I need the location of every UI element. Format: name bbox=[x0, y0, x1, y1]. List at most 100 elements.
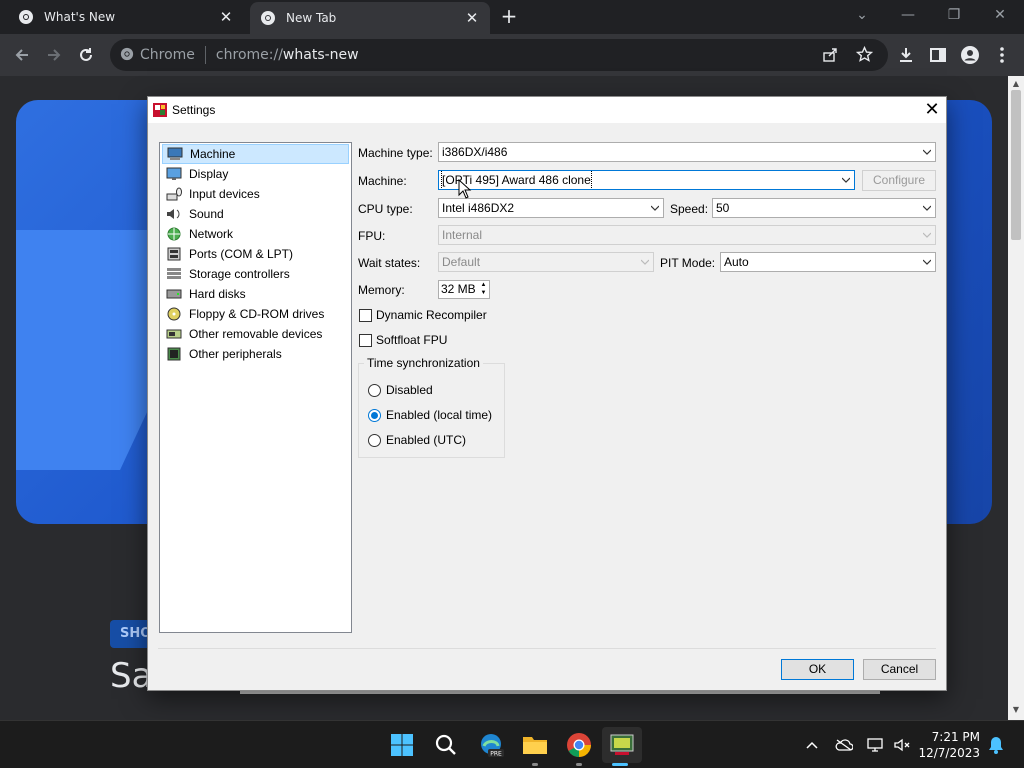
tab-strip: What's New ✕ New Tab ✕ + ⌄ — ❐ ✕ bbox=[0, 0, 1024, 34]
time-sync-local-radio[interactable] bbox=[368, 409, 381, 422]
new-tab-plus-icon[interactable]: + bbox=[498, 6, 520, 28]
cpu-type-dropdown[interactable]: Intel i486DX2 bbox=[438, 198, 664, 218]
time-sync-utc-radio[interactable] bbox=[368, 434, 381, 447]
nav-item-storage-controllers[interactable]: Storage controllers bbox=[162, 264, 349, 284]
time-sync-disabled-label[interactable]: Disabled bbox=[386, 383, 433, 397]
download-icon[interactable] bbox=[894, 43, 918, 67]
softfloat-fpu-checkbox[interactable] bbox=[359, 334, 372, 347]
nav-item-machine[interactable]: Machine bbox=[162, 144, 349, 164]
reload-icon[interactable] bbox=[74, 43, 98, 67]
network-icon[interactable] bbox=[866, 735, 886, 755]
onedrive-cloud-icon[interactable] bbox=[834, 735, 854, 755]
tab-title: What's New bbox=[44, 10, 116, 24]
memory-spinbox[interactable]: 32 MB ▲ ▼ bbox=[438, 280, 490, 299]
configure-button[interactable]: Configure bbox=[862, 170, 936, 191]
chrome-icon[interactable] bbox=[565, 731, 593, 759]
pit-mode-dropdown[interactable]: Auto bbox=[720, 252, 936, 272]
close-tab-icon[interactable]: ✕ bbox=[218, 9, 234, 25]
chevron-down-icon bbox=[641, 259, 649, 265]
close-tab-icon[interactable]: ✕ bbox=[464, 10, 480, 26]
chevron-down-icon bbox=[923, 259, 931, 265]
hard-disk-icon bbox=[165, 286, 183, 302]
bookmark-star-icon[interactable] bbox=[855, 45, 874, 66]
tab-new-tab[interactable]: New Tab ✕ bbox=[250, 2, 490, 34]
file-explorer-icon[interactable] bbox=[521, 731, 549, 759]
nav-item-ports-com-lpt[interactable]: Ports (COM & LPT) bbox=[162, 244, 349, 264]
nav-item-label: Machine bbox=[190, 147, 236, 161]
clock-time: 7:21 PM bbox=[931, 730, 980, 744]
nav-item-display[interactable]: Display bbox=[162, 164, 349, 184]
fpu-label: FPU: bbox=[358, 229, 386, 243]
tab-search-chevron-icon[interactable]: ⌄ bbox=[848, 4, 876, 26]
mouse-cursor-icon bbox=[458, 179, 472, 199]
cpu-type-label: CPU type: bbox=[358, 202, 413, 216]
volume-muted-icon[interactable] bbox=[892, 735, 912, 755]
dialog-titlebar[interactable]: Settings ✕ bbox=[148, 97, 946, 123]
menu-kebab-icon[interactable] bbox=[990, 43, 1014, 67]
softfloat-fpu-label[interactable]: Softfloat FPU bbox=[376, 333, 447, 347]
sound-icon bbox=[165, 206, 183, 222]
machine-dropdown[interactable]: [OPTi 495] Award 486 clone bbox=[438, 170, 855, 190]
chevron-down-icon bbox=[923, 232, 931, 238]
time-sync-disabled-radio[interactable] bbox=[368, 384, 381, 397]
memory-value: 32 MB bbox=[441, 282, 476, 296]
show-hidden-icons-chevron-icon[interactable] bbox=[802, 735, 822, 755]
ports-icon bbox=[165, 246, 183, 262]
share-icon[interactable] bbox=[822, 47, 838, 66]
profile-icon[interactable] bbox=[958, 43, 982, 67]
nav-item-other-removable-devices[interactable]: Other removable devices bbox=[162, 324, 349, 344]
ok-button[interactable]: OK bbox=[781, 659, 854, 680]
chrome-favicon-icon bbox=[260, 10, 276, 26]
edge-badge: PRE bbox=[490, 751, 502, 758]
nav-item-sound[interactable]: Sound bbox=[162, 204, 349, 224]
close-window-icon[interactable]: ✕ bbox=[986, 4, 1014, 26]
wait-states-dropdown[interactable]: Default bbox=[438, 252, 654, 272]
browser-toolbar: Chrome chrome://whats-new bbox=[0, 34, 1024, 76]
minimize-icon[interactable]: — bbox=[894, 4, 922, 26]
restore-icon[interactable]: ❐ bbox=[940, 4, 968, 26]
url-prefix: chrome:// bbox=[215, 47, 283, 63]
close-dialog-icon[interactable]: ✕ bbox=[920, 98, 944, 122]
nav-item-floppy-cd-rom-drives[interactable]: Floppy & CD-ROM drives bbox=[162, 304, 349, 324]
machine-type-dropdown[interactable]: i386DX/i486 bbox=[438, 142, 936, 162]
forward-arrow-icon[interactable] bbox=[42, 43, 66, 67]
nav-item-input-devices[interactable]: Input devices bbox=[162, 184, 349, 204]
page-scrollbar[interactable]: ▲ ▼ bbox=[1008, 76, 1024, 720]
back-arrow-icon[interactable] bbox=[10, 43, 34, 67]
address-bar[interactable]: Chrome chrome://whats-new bbox=[110, 39, 888, 71]
dynamic-recompiler-label[interactable]: Dynamic Recompiler bbox=[376, 308, 487, 322]
pit-mode-value: Auto bbox=[724, 255, 749, 269]
nav-item-hard-disks[interactable]: Hard disks bbox=[162, 284, 349, 304]
86box-app-icon bbox=[152, 102, 168, 118]
scrollbar-thumb[interactable] bbox=[1011, 90, 1021, 240]
time-sync-local-label[interactable]: Enabled (local time) bbox=[386, 408, 492, 422]
spin-down-icon[interactable]: ▼ bbox=[478, 289, 489, 297]
machine-type-label: Machine type: bbox=[358, 146, 433, 160]
nav-item-other-peripherals[interactable]: Other peripherals bbox=[162, 344, 349, 364]
section-pill: SHO bbox=[110, 620, 151, 648]
86box-icon[interactable] bbox=[602, 727, 642, 763]
tab-whats-new[interactable]: What's New ✕ bbox=[8, 0, 244, 34]
nav-item-label: Hard disks bbox=[189, 287, 246, 301]
nav-item-network[interactable]: Network bbox=[162, 224, 349, 244]
chevron-down-icon bbox=[842, 177, 850, 183]
spin-up-icon[interactable]: ▲ bbox=[478, 281, 489, 289]
windows-start-icon[interactable] bbox=[388, 731, 416, 759]
scroll-down-icon[interactable]: ▼ bbox=[1008, 704, 1024, 716]
settings-category-list[interactable]: Machine Display Input devices Sound Network P… bbox=[159, 142, 352, 633]
system-clock[interactable]: 7:21 PM 12/7/2023 bbox=[918, 729, 980, 761]
fpu-dropdown[interactable]: Internal bbox=[438, 225, 936, 245]
time-sync-utc-label[interactable]: Enabled (UTC) bbox=[386, 433, 466, 447]
scroll-up-icon[interactable]: ▲ bbox=[1008, 78, 1024, 90]
search-icon[interactable] bbox=[432, 731, 460, 759]
speed-dropdown[interactable]: 50 bbox=[712, 198, 936, 218]
time-sync-title: Time synchronization bbox=[364, 356, 483, 370]
cancel-button[interactable]: Cancel bbox=[863, 659, 936, 680]
url-host: whats-new bbox=[282, 47, 359, 63]
nav-item-label: Storage controllers bbox=[189, 267, 290, 281]
edge-beta-icon[interactable]: PRE bbox=[477, 731, 505, 759]
dynamic-recompiler-checkbox[interactable] bbox=[359, 309, 372, 322]
settings-dialog: Settings ✕ Machine Display Input devices So… bbox=[147, 96, 947, 691]
notification-bell-icon[interactable] bbox=[986, 735, 1006, 755]
side-panel-icon[interactable] bbox=[926, 43, 950, 67]
